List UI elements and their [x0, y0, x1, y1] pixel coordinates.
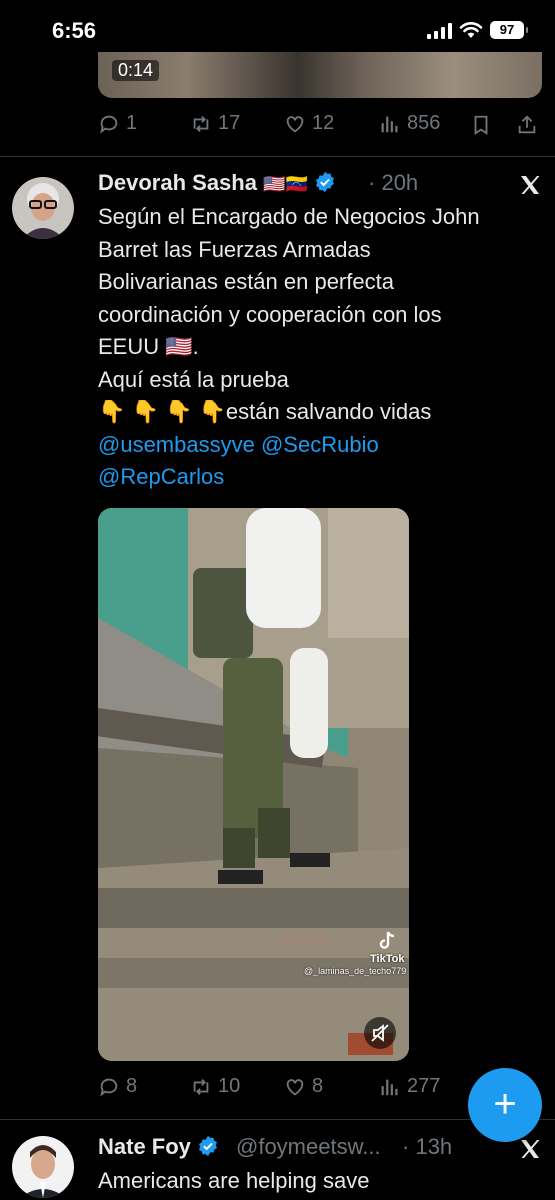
avatar-portrait: [12, 177, 74, 239]
x-logo-icon: [521, 176, 540, 194]
like-button[interactable]: 8: [284, 1075, 323, 1098]
like-button[interactable]: 12: [284, 112, 334, 135]
video-duration: 0:14: [112, 60, 160, 81]
mute-button[interactable]: [364, 1017, 396, 1049]
views-count: 856: [407, 112, 441, 134]
share-icon[interactable]: [516, 114, 538, 136]
wifi-icon: [459, 22, 483, 38]
reply-icon: [100, 1078, 118, 1097]
reply-count: 8: [126, 1075, 138, 1097]
repost-count: 17: [218, 112, 241, 134]
tweet-video-thumbnail[interactable]: 0:14: [98, 52, 542, 98]
like-count: 12: [312, 112, 335, 134]
cellular-signal-icon: [427, 23, 452, 39]
avatar-portrait: [12, 1136, 74, 1198]
reply-button[interactable]: 8: [98, 1075, 137, 1098]
author-name[interactable]: Nate Foy: [98, 1134, 219, 1160]
video-frame: [98, 508, 409, 1061]
tweet-video[interactable]: TikTok @_laminas_de_techo779: [98, 508, 409, 1061]
muted-speaker-icon: [371, 1024, 389, 1042]
mention-link[interactable]: @RepCarlos: [98, 464, 224, 489]
tweet-actions: 1 17 12 856: [98, 112, 542, 142]
heart-icon: [286, 1078, 304, 1095]
clock: 6:56: [52, 18, 97, 43]
reply-count: 1: [126, 112, 138, 134]
tiktok-logo-icon: [379, 931, 395, 949]
mention-link[interactable]: @SecRubio: [261, 432, 379, 457]
battery-indicator: 97: [490, 21, 528, 39]
tweet-time[interactable]: · 20h: [368, 170, 418, 196]
repost-icon: [193, 115, 209, 132]
divider: [0, 156, 555, 157]
author-name[interactable]: Devorah Sasha 🇺🇸🇻🇪: [98, 170, 336, 196]
views-button[interactable]: 277: [379, 1075, 440, 1098]
verified-badge-icon: [316, 171, 335, 193]
status-bar: 6:56 97: [0, 0, 555, 60]
repost-count: 10: [218, 1075, 241, 1097]
tweet-time[interactable]: · 13h: [402, 1134, 452, 1160]
tweet-text: Según el Encargado de Negocios John Barr…: [98, 204, 480, 489]
compose-button[interactable]: +: [468, 1068, 542, 1142]
views-chart-icon: [381, 1079, 398, 1095]
avatar[interactable]: [12, 1136, 74, 1198]
author-handle[interactable]: @foymeetsw...: [236, 1134, 381, 1160]
reply-button[interactable]: 1: [98, 112, 137, 135]
author-flags: 🇺🇸🇻🇪: [263, 174, 308, 194]
repost-button[interactable]: 10: [190, 1075, 240, 1098]
views-button[interactable]: 856: [379, 112, 440, 135]
repost-icon: [193, 1078, 209, 1095]
like-count: 8: [312, 1075, 324, 1097]
tiktok-username: @_laminas_de_techo779: [304, 966, 407, 976]
repost-button[interactable]: 17: [190, 112, 240, 135]
mention-link[interactable]: @usembassyve: [98, 432, 255, 457]
avatar[interactable]: [12, 177, 74, 239]
views-chart-icon: [381, 116, 398, 132]
heart-icon: [286, 115, 304, 132]
x-logo-icon: [521, 1140, 540, 1158]
reply-icon: [100, 115, 118, 134]
views-count: 277: [407, 1075, 441, 1097]
tweet-text: Americans are helping save: [98, 1168, 370, 1193]
tiktok-watermark: TikTok: [370, 953, 405, 965]
verified-badge-icon: [199, 1135, 218, 1157]
bookmark-icon[interactable]: [470, 114, 492, 136]
